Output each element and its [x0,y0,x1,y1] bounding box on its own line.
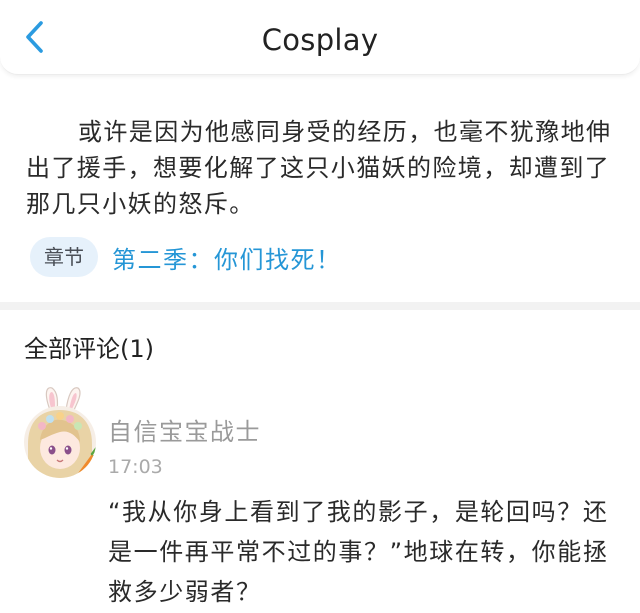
top-bar: Cosplay [0,0,640,75]
chapter-row: 章节 第二季：你们找死！ [30,236,342,278]
comment-username[interactable]: 自信宝宝战士 [108,412,261,447]
comment-timestamp: 17:03 [108,456,163,478]
article-excerpt: 或许是因为他感同身受的经历，也毫不犹豫地伸出了援手，想要化解了这只小猫妖的险境，… [26,118,612,218]
chapter-link[interactable]: 第二季：你们找死！ [112,240,342,275]
avatar-icon [24,387,96,478]
comments-heading: 全部评论(1) [24,335,154,363]
comment-avatar[interactable] [20,384,100,480]
chapter-tag: 章节 [30,237,98,277]
page-title: Cosplay [261,23,379,57]
section-divider [0,302,640,310]
comment-text: “我从你身上看到了我的影子，是轮回吗？还是一件再平常不过的事？”地球在转，你能拯… [108,498,609,606]
page: Cosplay 或许是因为他感同身受的经历，也毫不犹豫地伸出了援手，想要化解了这… [0,0,640,613]
